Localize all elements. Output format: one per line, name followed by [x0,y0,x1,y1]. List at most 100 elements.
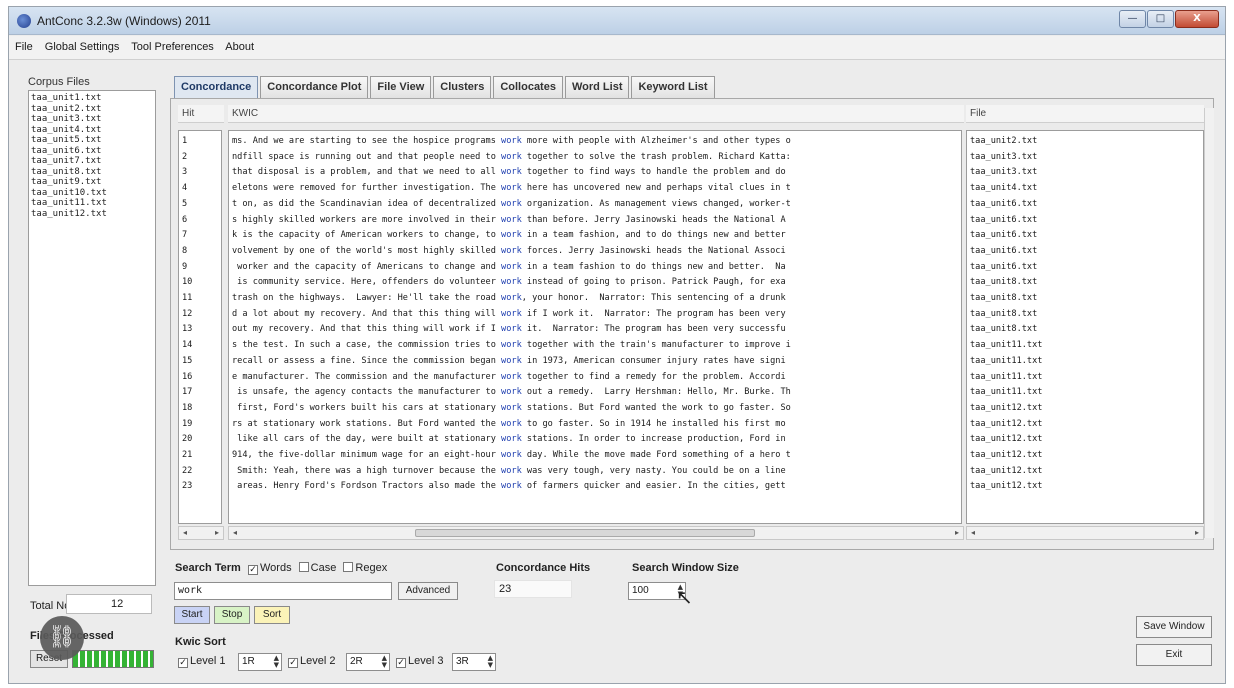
kwic-line[interactable]: ms. And we are starting to see the hospi… [232,134,961,150]
kwic-concordance-list[interactable]: ms. And we are starting to see the hospi… [228,130,962,524]
hit-file-name[interactable]: taa_unit2.txt [970,134,1203,150]
hit-number[interactable]: 22 [182,464,221,480]
tab-concordance-plot[interactable]: Concordance Plot [260,76,369,98]
hit-number[interactable]: 8 [182,244,221,260]
scroll-right-arrow-icon[interactable]: ▸ [1191,527,1203,539]
hit-number[interactable]: 10 [182,275,221,291]
kwic-line[interactable]: like all cars of the day, were built at … [232,432,961,448]
corpus-file-item[interactable]: taa_unit10.txt [31,188,153,199]
menu-tool-preferences[interactable]: Tool Preferences [131,41,214,53]
hit-file-name[interactable]: taa_unit8.txt [970,307,1203,323]
hit-number[interactable]: 23 [182,479,221,495]
hit-number[interactable]: 12 [182,307,221,323]
kwic-line[interactable]: e manufacturer. The commission and the m… [232,370,961,386]
kwic-line[interactable]: is unsafe, the agency contacts the manuf… [232,385,961,401]
corpus-file-item[interactable]: taa_unit2.txt [31,104,153,115]
kwic-column-header[interactable]: KWIC [228,105,964,123]
kwic-keyword[interactable]: work [501,387,522,397]
kwic-line[interactable]: trash on the highways. Lawyer: He'll tak… [232,291,961,307]
scroll-left-arrow-icon[interactable]: ◂ [179,527,191,539]
hit-number[interactable]: 21 [182,448,221,464]
hit-file-name[interactable]: taa_unit6.txt [970,260,1203,276]
scroll-left-arrow-icon[interactable]: ◂ [967,527,979,539]
hit-horizontal-scrollbar[interactable]: ◂ ▸ [178,526,224,540]
kwic-line[interactable]: s highly skilled workers are more involv… [232,213,961,229]
tab-word-list[interactable]: Word List [564,76,630,98]
hit-file-name[interactable]: taa_unit8.txt [970,275,1203,291]
spinner-arrows-icon[interactable]: ▲ ▼ [382,655,387,669]
level-1-checkbox[interactable]: ✓ [178,658,188,668]
level-1-spinner[interactable]: 1R ▲ ▼ [238,653,282,671]
save-window-button[interactable]: Save Window [1136,616,1212,638]
hit-file-name[interactable]: taa_unit11.txt [970,385,1203,401]
tab-clusters[interactable]: Clusters [433,76,492,98]
corpus-file-item[interactable]: taa_unit6.txt [31,146,153,157]
hit-number[interactable]: 1 [182,134,221,150]
scroll-right-arrow-icon[interactable]: ▸ [211,527,223,539]
corpus-file-item[interactable]: taa_unit4.txt [31,125,153,136]
hit-file-name[interactable]: taa_unit11.txt [970,338,1203,354]
corpus-files-list[interactable]: taa_unit1.txt taa_unit2.txt taa_unit3.txt t… [28,90,156,586]
hit-file-name[interactable]: taa_unit4.txt [970,181,1203,197]
kwic-line[interactable]: ndfill space is running out and that peo… [232,150,961,166]
kwic-keyword[interactable]: work [501,403,522,413]
kwic-keyword[interactable]: work [501,136,522,146]
kwic-keyword[interactable]: work [501,481,522,491]
hit-number[interactable]: 11 [182,291,221,307]
kwic-keyword[interactable]: work [501,309,522,319]
case-checkbox[interactable] [298,562,309,572]
hit-number[interactable]: 16 [182,370,221,386]
hit-number[interactable]: 18 [182,401,221,417]
kwic-line[interactable]: k is the capacity of American workers to… [232,228,961,244]
kwic-line[interactable]: that disposal is a problem, and that we … [232,165,961,181]
kwic-line[interactable]: eletons were removed for further investi… [232,181,961,197]
file-name-list[interactable]: taa_unit2.txt taa_unit3.txt taa_unit3.txt t… [966,130,1204,524]
corpus-file-item[interactable]: taa_unit12.txt [31,209,153,220]
corpus-file-item[interactable]: taa_unit3.txt [31,114,153,125]
kwic-keyword[interactable]: work [501,246,522,256]
corpus-file-item[interactable]: taa_unit9.txt [31,177,153,188]
vertical-scrollbar[interactable] [1204,108,1214,538]
hit-file-name[interactable]: taa_unit12.txt [970,432,1203,448]
level-3-spinner[interactable]: 3R ▲ ▼ [452,653,496,671]
spinner-arrows-icon[interactable]: ▲ ▼ [488,655,493,669]
scroll-left-arrow-icon[interactable]: ◂ [229,527,241,539]
start-button[interactable]: Start [174,606,210,624]
words-checkbox[interactable]: ✓ [248,565,258,575]
hit-file-name[interactable]: taa_unit12.txt [970,401,1203,417]
tab-collocates[interactable]: Collocates [493,76,563,98]
stop-button[interactable]: Stop [214,606,250,624]
sort-button[interactable]: Sort [254,606,290,624]
level-2-spinner[interactable]: 2R ▲ ▼ [346,653,390,671]
advanced-button[interactable]: Advanced [398,582,458,600]
hit-number[interactable]: 5 [182,197,221,213]
kwic-keyword[interactable]: work [501,167,522,177]
kwic-keyword[interactable]: work [501,324,522,334]
hit-file-name[interactable]: taa_unit11.txt [970,354,1203,370]
hit-file-name[interactable]: taa_unit11.txt [970,370,1203,386]
kwic-line[interactable]: out my recovery. And that this thing wil… [232,322,961,338]
hit-file-name[interactable]: taa_unit8.txt [970,291,1203,307]
hit-file-name[interactable]: taa_unit12.txt [970,448,1203,464]
kwic-horizontal-scrollbar[interactable]: ◂ ▸ [228,526,964,540]
hit-file-name[interactable]: taa_unit12.txt [970,479,1203,495]
search-term-input[interactable]: work [174,582,392,600]
kwic-keyword[interactable]: work [501,183,522,193]
hit-file-name[interactable]: taa_unit12.txt [970,417,1203,433]
kwic-keyword[interactable]: work [501,277,522,287]
kwic-keyword[interactable]: work [501,215,522,225]
hit-number[interactable]: 20 [182,432,221,448]
kwic-keyword[interactable]: work [501,356,522,366]
hit-file-name[interactable]: taa_unit6.txt [970,197,1203,213]
hit-file-name[interactable]: taa_unit3.txt [970,165,1203,181]
hit-number[interactable]: 15 [182,354,221,370]
hit-file-name[interactable]: taa_unit12.txt [970,464,1203,480]
exit-button[interactable]: Exit [1136,644,1212,666]
kwic-keyword[interactable]: work [501,152,522,162]
corpus-file-item[interactable]: taa_unit7.txt [31,156,153,167]
regex-checkbox[interactable] [343,562,354,572]
kwic-keyword[interactable]: work [501,199,522,209]
menu-file[interactable]: File [15,41,33,53]
kwic-line[interactable]: Smith: Yeah, there was a high turnover b… [232,464,961,480]
hit-column-header[interactable]: Hit [178,105,224,123]
